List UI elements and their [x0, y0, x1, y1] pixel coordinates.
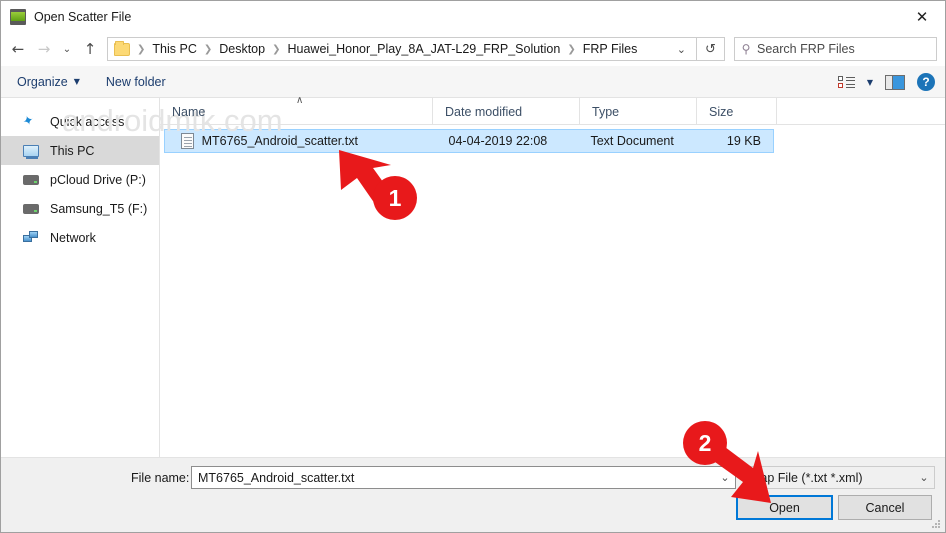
organize-label: Organize [17, 74, 68, 89]
star-icon: ✦ [20, 112, 36, 131]
sidebar-item-label: pCloud Drive (P:) [50, 172, 146, 187]
file-name-label: File name: [131, 471, 190, 485]
breadcrumb[interactable]: ❯ This PC ❯ Desktop ❯ Huawei_Honor_Play_… [107, 37, 697, 61]
sidebar-item-label: Network [50, 230, 96, 245]
sidebar-item-label: Quick access [50, 114, 125, 129]
device-icon [10, 8, 26, 25]
caret-down-icon: ▼ [73, 77, 80, 86]
breadcrumb-item-frp-files[interactable]: FRP Files [579, 42, 642, 56]
back-icon[interactable]: ← [5, 36, 31, 62]
breadcrumb-separator: ❯ [137, 43, 146, 55]
sidebar-item-this-pc[interactable]: This PC [1, 136, 159, 165]
breadcrumb-item-desktop[interactable]: Desktop [215, 42, 269, 56]
open-button[interactable]: Open [736, 495, 833, 520]
resize-grip[interactable] [932, 520, 942, 530]
file-type-cell: Text Document [590, 134, 674, 148]
file-type-filter-select[interactable]: Map File (*.txt *.xml) ⌄ [743, 466, 935, 489]
navigation-sidebar: ✦ Quick access This PC pCloud Drive (P:)… [1, 98, 160, 457]
pane-right [893, 75, 904, 89]
chevron-down-icon: ⌄ [919, 471, 929, 484]
close-icon[interactable]: ✕ [899, 1, 945, 32]
folder-icon [114, 40, 130, 56]
drive-icon [23, 174, 43, 185]
file-name-value: MT6765_Android_scatter.txt [198, 470, 355, 485]
column-header-date-modified[interactable]: Date modified [433, 98, 580, 125]
file-name-input[interactable]: MT6765_Android_scatter.txt ⌄ [191, 466, 736, 489]
sidebar-item-network[interactable]: Network [1, 223, 159, 252]
sidebar-item-samsung-t5[interactable]: Samsung_T5 (F:) [1, 194, 159, 223]
table-row[interactable]: MT6765_Android_scatter.txt 04-04-2019 22… [164, 129, 774, 153]
file-name-cell: MT6765_Android_scatter.txt [201, 134, 358, 148]
breadcrumb-item-this-pc[interactable]: This PC [148, 42, 200, 56]
sidebar-item-quick-access[interactable]: ✦ Quick access [1, 107, 159, 136]
file-type-filter-value: Map File (*.txt *.xml) [750, 470, 863, 485]
chevron-down-icon[interactable]: ⌄ [667, 43, 696, 56]
sidebar-item-pcloud-drive[interactable]: pCloud Drive (P:) [1, 165, 159, 194]
search-placeholder: Search FRP Files [757, 42, 855, 56]
column-header-size[interactable]: Size [697, 98, 777, 125]
dialog-body: ✦ Quick access This PC pCloud Drive (P:)… [1, 95, 945, 457]
recent-locations-icon[interactable]: ⌄ [57, 36, 77, 62]
computer-icon [23, 144, 43, 159]
command-bar-right: ▼ ? [837, 66, 935, 98]
sidebar-item-label: This PC [50, 143, 95, 158]
sidebar-item-label: Samsung_T5 (F:) [50, 201, 148, 216]
view-options-icon[interactable] [837, 75, 855, 89]
open-file-dialog: Open Scatter File ✕ ← → ⌄ ↑ ❯ This PC ❯ … [0, 0, 946, 533]
text-file-icon [181, 133, 194, 149]
sort-ascending-icon: ∧ [296, 95, 304, 106]
breadcrumb-separator: ❯ [272, 43, 281, 55]
help-icon[interactable]: ? [917, 73, 935, 91]
refresh-icon[interactable]: ↺ [697, 37, 725, 61]
file-list-pane: androidmtk.com Name Date modified Type S… [62, 95, 945, 457]
search-input[interactable]: ⚲ Search FRP Files [734, 37, 937, 61]
column-header-row: Name Date modified Type Size ∧ [160, 95, 945, 125]
title-bar: Open Scatter File ✕ [1, 1, 945, 32]
breadcrumb-separator: ❯ [203, 43, 213, 55]
breadcrumb-item-solution-folder[interactable]: Huawei_Honor_Play_8A_JAT-L29_FRP_Solutio… [283, 42, 564, 56]
command-bar: Organize ▼ New folder ▼ ? [1, 66, 945, 98]
breadcrumb-separator: ❯ [567, 43, 576, 55]
up-icon[interactable]: ↑ [77, 36, 103, 62]
chevron-down-icon[interactable]: ⌄ [715, 471, 735, 484]
new-folder-label: New folder [105, 74, 166, 89]
drive-icon [23, 203, 43, 214]
file-date-cell: 04-04-2019 22:08 [448, 134, 548, 148]
view-caret-icon[interactable]: ▼ [867, 78, 873, 87]
network-icon [23, 231, 43, 244]
navigation-bar: ← → ⌄ ↑ ❯ This PC ❯ Desktop ❯ Huawei_Hon… [1, 32, 945, 66]
search-icon: ⚲ [741, 42, 751, 56]
cancel-button[interactable]: Cancel [838, 495, 932, 520]
pane-left [886, 75, 893, 89]
new-folder-button[interactable]: New folder [106, 75, 166, 89]
forward-icon: → [37, 40, 51, 58]
window-title: Open Scatter File [34, 9, 132, 24]
preview-pane-icon[interactable] [885, 74, 905, 90]
organize-button[interactable]: Organize ▼ [17, 75, 80, 89]
file-size-cell: 19 KB [726, 134, 761, 148]
column-header-type[interactable]: Type [580, 98, 697, 125]
